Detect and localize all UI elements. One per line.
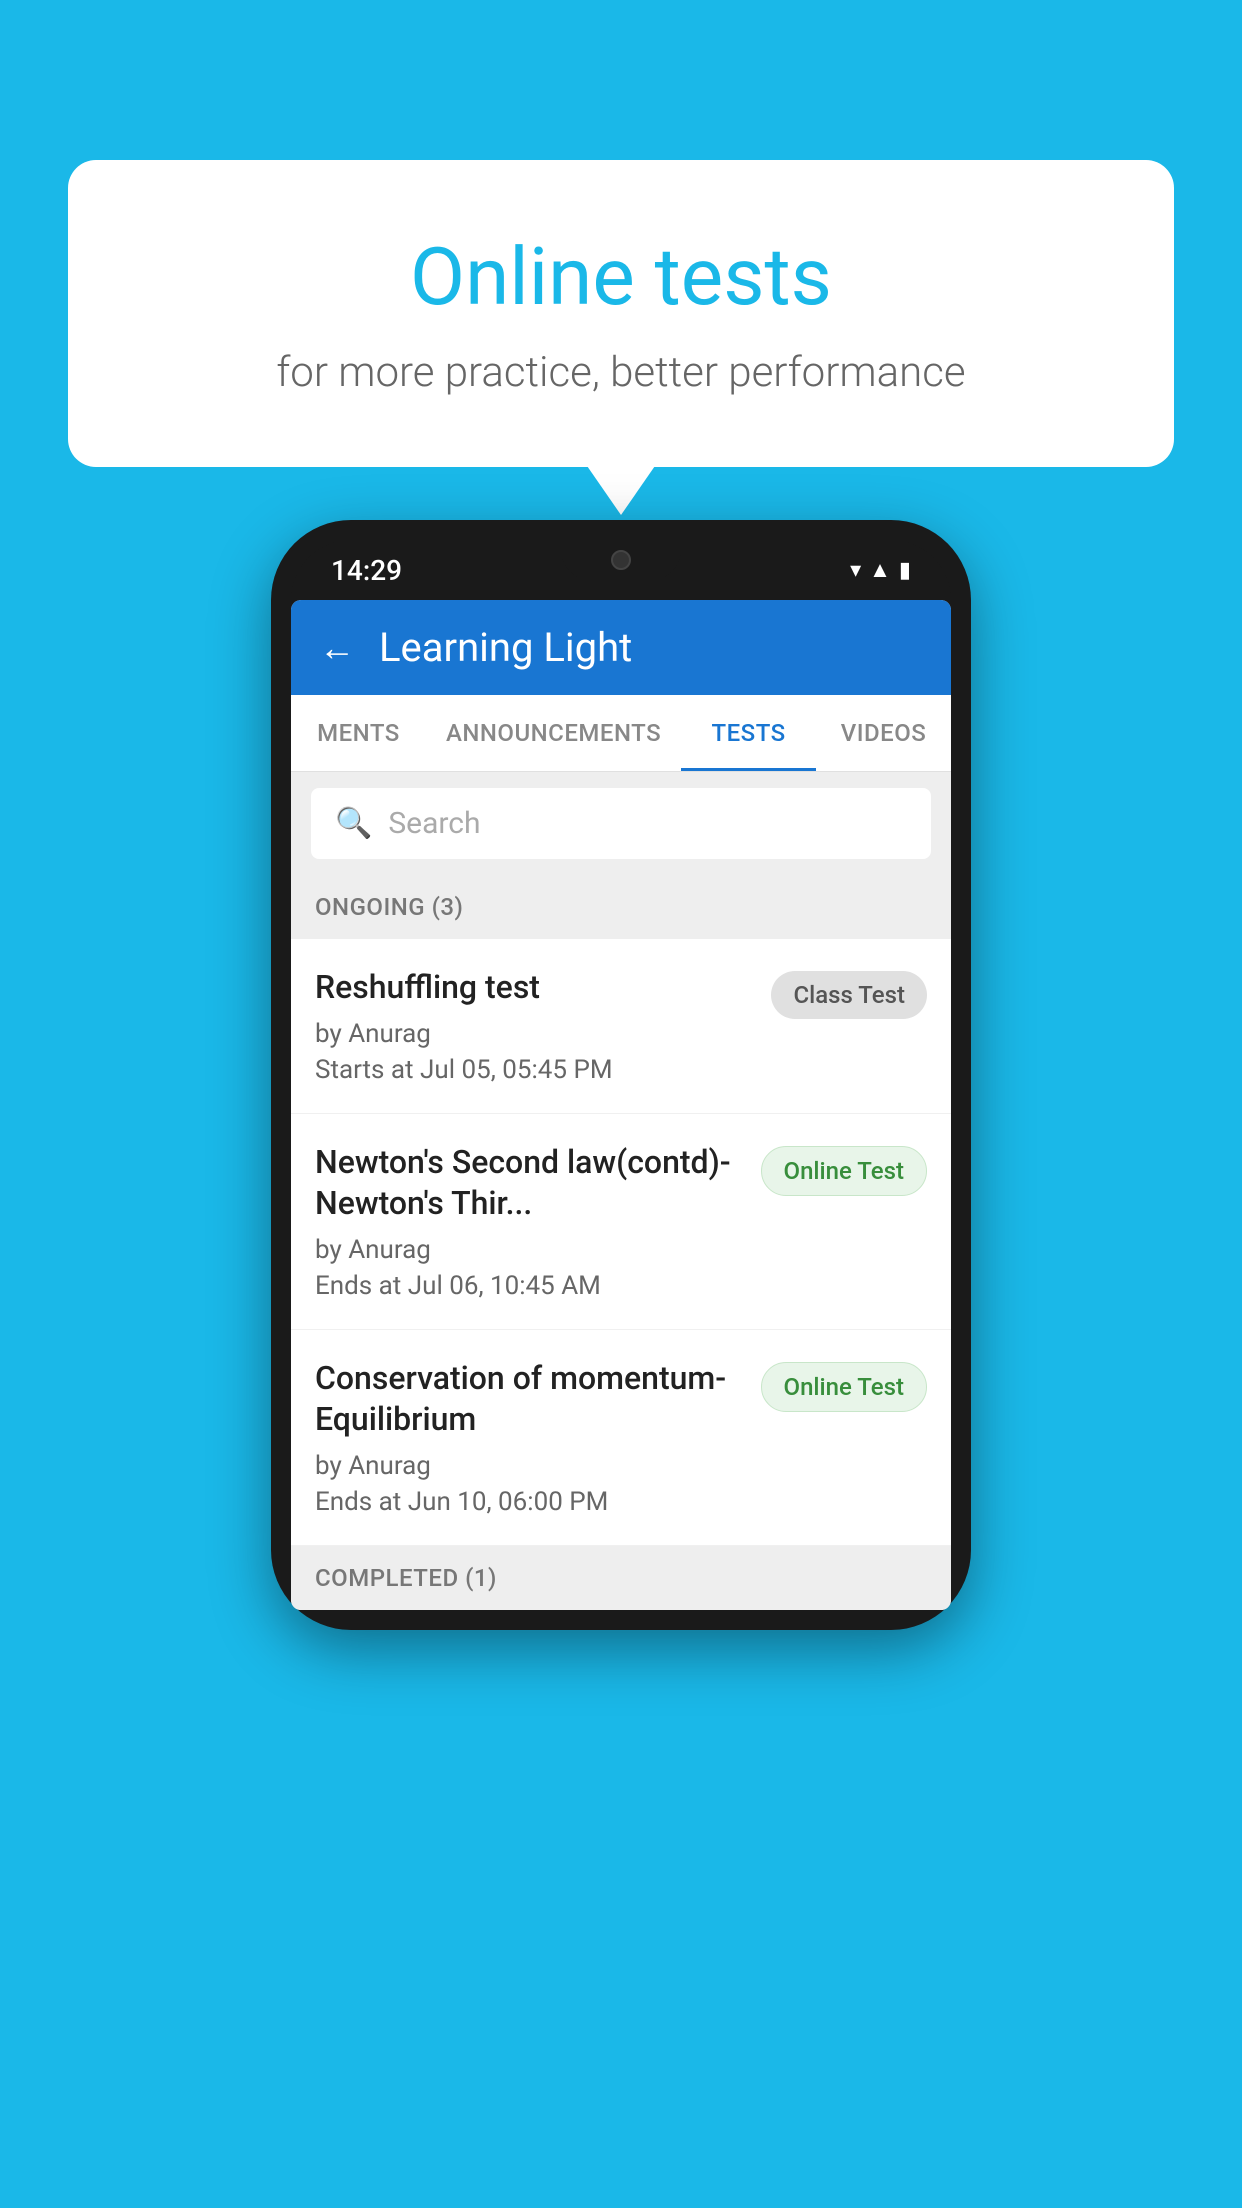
test-author-1: by Anurag: [315, 1019, 751, 1049]
speech-bubble-section: Online tests for more practice, better p…: [68, 160, 1174, 467]
completed-label: COMPLETED (1): [315, 1564, 497, 1592]
status-time: 14:29: [331, 554, 402, 587]
search-input[interactable]: Search: [388, 806, 480, 841]
tab-videos[interactable]: VIDEOS: [816, 695, 951, 771]
test-item[interactable]: Conservation of momentum-Equilibrium by …: [291, 1330, 951, 1546]
test-badge-1: Class Test: [771, 971, 927, 1019]
bubble-subtitle: for more practice, better performance: [128, 348, 1114, 397]
test-author-3: by Anurag: [315, 1451, 741, 1481]
search-icon: 🔍: [335, 806, 372, 841]
bubble-title: Online tests: [128, 230, 1114, 324]
phone-camera: [611, 550, 631, 570]
test-badge-2: Online Test: [761, 1146, 927, 1196]
wifi-icon: ▾: [850, 558, 861, 583]
test-item[interactable]: Newton's Second law(contd)-Newton's Thir…: [291, 1114, 951, 1330]
tab-ments[interactable]: MENTS: [291, 695, 426, 771]
ongoing-label: ONGOING (3): [315, 893, 463, 921]
test-time-1: Starts at Jul 05, 05:45 PM: [315, 1055, 751, 1085]
completed-section-header: COMPLETED (1): [291, 1546, 951, 1610]
test-time-3: Ends at Jun 10, 06:00 PM: [315, 1487, 741, 1517]
tab-announcements[interactable]: ANNOUNCEMENTS: [426, 695, 681, 771]
search-input-wrap[interactable]: 🔍 Search: [311, 788, 931, 859]
tab-tests[interactable]: TESTS: [681, 695, 816, 771]
test-name-1: Reshuffling test: [315, 967, 751, 1009]
tabs-bar: MENTS ANNOUNCEMENTS TESTS VIDEOS: [291, 695, 951, 772]
phone-notch: [561, 540, 681, 580]
back-button[interactable]: ←: [319, 627, 355, 669]
speech-bubble: Online tests for more practice, better p…: [68, 160, 1174, 467]
tests-list: Reshuffling test by Anurag Starts at Jul…: [291, 939, 951, 1546]
test-info-1: Reshuffling test by Anurag Starts at Jul…: [315, 967, 771, 1085]
test-author-2: by Anurag: [315, 1235, 741, 1265]
phone-device: 14:29 ▾ ▲ ▮ ← Learning Light MENTS: [271, 520, 971, 1630]
ongoing-section-header: ONGOING (3): [291, 875, 951, 939]
battery-icon: ▮: [899, 558, 911, 583]
search-container: 🔍 Search: [291, 772, 951, 875]
app-header: ← Learning Light: [291, 600, 951, 695]
test-name-2: Newton's Second law(contd)-Newton's Thir…: [315, 1142, 741, 1225]
signal-icon: ▲: [869, 557, 891, 583]
test-name-3: Conservation of momentum-Equilibrium: [315, 1358, 741, 1441]
phone-screen: ← Learning Light MENTS ANNOUNCEMENTS TES…: [291, 600, 951, 1610]
test-info-3: Conservation of momentum-Equilibrium by …: [315, 1358, 761, 1517]
status-bar: 14:29 ▾ ▲ ▮: [291, 540, 951, 600]
app-title: Learning Light: [379, 624, 632, 671]
test-badge-3: Online Test: [761, 1362, 927, 1412]
test-item[interactable]: Reshuffling test by Anurag Starts at Jul…: [291, 939, 951, 1114]
test-time-2: Ends at Jul 06, 10:45 AM: [315, 1271, 741, 1301]
phone-frame: 14:29 ▾ ▲ ▮ ← Learning Light MENTS: [271, 520, 971, 1630]
status-icons: ▾ ▲ ▮: [850, 557, 911, 583]
test-info-2: Newton's Second law(contd)-Newton's Thir…: [315, 1142, 761, 1301]
